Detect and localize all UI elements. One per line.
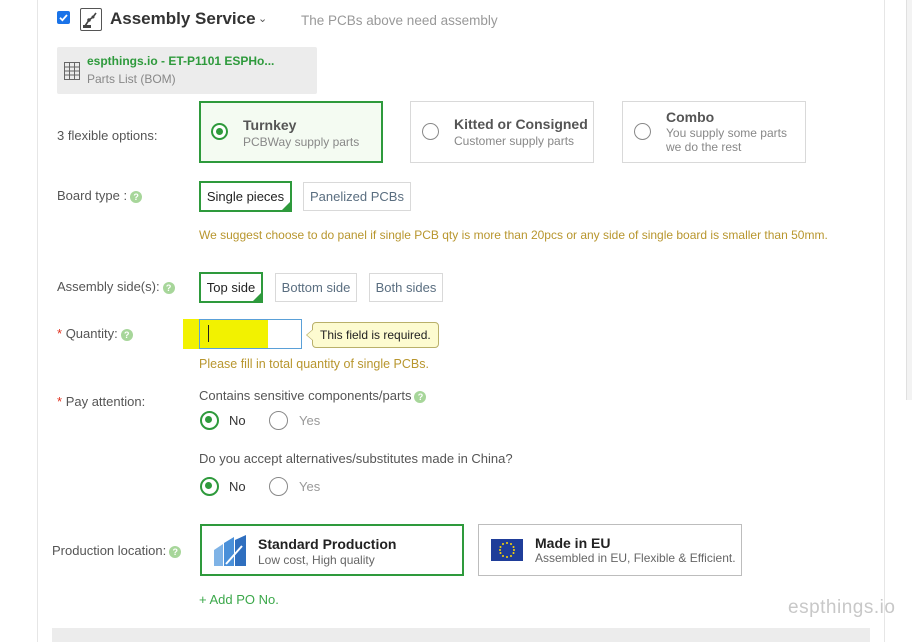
board-type-single-pieces[interactable]: Single pieces bbox=[199, 181, 292, 212]
turnkey-sub: PCBWay supply parts bbox=[243, 135, 360, 149]
made-in-eu-title: Made in EU bbox=[535, 535, 611, 551]
required-star: * bbox=[57, 394, 63, 409]
production-location-text: Production location: bbox=[52, 543, 167, 558]
turnkey-title: Turnkey bbox=[243, 117, 297, 133]
production-location-label: Production location:? bbox=[52, 543, 182, 558]
option-kitted[interactable]: Kitted or Consigned Customer supply part… bbox=[410, 101, 594, 163]
sensitive-no-label[interactable]: No bbox=[229, 413, 246, 428]
standard-production-sub: Low cost, High quality bbox=[258, 553, 375, 567]
checkmark-icon bbox=[59, 14, 68, 22]
combo-radio[interactable] bbox=[634, 123, 651, 140]
assembly-side-text: Assembly side(s): bbox=[57, 279, 160, 294]
text-cursor bbox=[208, 325, 209, 342]
required-star: * bbox=[57, 326, 63, 341]
scrollbar[interactable] bbox=[906, 0, 912, 400]
sensitive-components-text: Contains sensitive components/parts bbox=[199, 388, 412, 403]
side-both[interactable]: Both sides bbox=[369, 273, 443, 302]
help-icon[interactable]: ? bbox=[120, 328, 133, 341]
required-tooltip: This field is required. bbox=[306, 322, 439, 348]
sensitive-components-question: Contains sensitive components/parts? bbox=[199, 388, 427, 403]
assembly-robot-icon bbox=[80, 8, 102, 31]
kitted-title: Kitted or Consigned bbox=[454, 116, 588, 132]
option-combo[interactable]: Combo You supply some parts we do the re… bbox=[622, 101, 806, 163]
assembly-side-label: Assembly side(s):? bbox=[57, 279, 175, 294]
side-top[interactable]: Top side bbox=[199, 272, 263, 303]
board-type-panelized[interactable]: Panelized PCBs bbox=[303, 182, 411, 211]
standard-production-card[interactable]: Standard Production Low cost, High quali… bbox=[200, 524, 464, 576]
kitted-radio[interactable] bbox=[422, 123, 439, 140]
alternatives-question: Do you accept alternatives/substitutes m… bbox=[199, 451, 513, 466]
factory-icon bbox=[212, 534, 248, 568]
panel-left-border bbox=[37, 0, 38, 642]
kitted-sub: Customer supply parts bbox=[454, 134, 575, 148]
alternatives-yes-radio[interactable] bbox=[269, 477, 288, 496]
watermark: espthings.io bbox=[788, 597, 896, 618]
chevron-down-icon[interactable]: ⌄ bbox=[258, 12, 267, 25]
pay-attention-text: Pay attention: bbox=[65, 394, 146, 409]
panel-right-border bbox=[884, 0, 885, 642]
made-in-eu-card[interactable]: Made in EU Assembled in EU, Flexible & E… bbox=[478, 524, 742, 576]
turnkey-radio[interactable] bbox=[211, 123, 228, 140]
side-bottom[interactable]: Bottom side bbox=[275, 273, 357, 302]
quantity-text: Quantity: bbox=[65, 326, 118, 341]
pay-attention-label: * Pay attention: bbox=[57, 394, 145, 409]
add-po-link[interactable]: + Add PO No. bbox=[199, 592, 279, 607]
quantity-hint: Please fill in total quantity of single … bbox=[199, 357, 429, 371]
alternatives-no-label[interactable]: No bbox=[229, 479, 246, 494]
eu-flag-icon bbox=[491, 539, 523, 561]
table-icon bbox=[64, 62, 80, 80]
quantity-label: * Quantity:? bbox=[57, 326, 133, 341]
made-in-eu-sub: Assembled in EU, Flexible & Efficient. bbox=[535, 551, 736, 565]
next-section-header[interactable] bbox=[52, 628, 870, 642]
help-icon[interactable]: ? bbox=[130, 190, 143, 203]
options-label: 3 flexible options: bbox=[57, 128, 158, 143]
sensitive-yes-label[interactable]: Yes bbox=[299, 413, 320, 428]
combo-sub-2: we do the rest bbox=[666, 140, 742, 154]
combo-sub-1: You supply some parts bbox=[666, 126, 787, 140]
bom-file-name[interactable]: espthings.io - ET-P1101 ESPHo... bbox=[87, 54, 274, 68]
help-icon[interactable]: ? bbox=[162, 281, 175, 294]
bom-file-type: Parts List (BOM) bbox=[87, 72, 176, 86]
standard-production-title: Standard Production bbox=[258, 536, 397, 552]
assembly-service-checkbox[interactable] bbox=[57, 11, 70, 24]
quantity-input[interactable] bbox=[199, 319, 302, 349]
board-type-text: Board type : bbox=[57, 188, 128, 203]
alternatives-yes-label[interactable]: Yes bbox=[299, 479, 320, 494]
sensitive-yes-radio[interactable] bbox=[269, 411, 288, 430]
sensitive-no-radio[interactable] bbox=[200, 411, 219, 430]
option-turnkey[interactable]: Turnkey PCBWay supply parts bbox=[199, 101, 383, 163]
help-icon[interactable]: ? bbox=[169, 545, 182, 558]
alternatives-no-radio[interactable] bbox=[200, 477, 219, 496]
help-icon[interactable]: ? bbox=[414, 390, 427, 403]
panel-suggestion-warning: We suggest choose to do panel if single … bbox=[199, 228, 828, 242]
combo-title: Combo bbox=[666, 109, 715, 125]
section-title: Assembly Service bbox=[110, 9, 256, 28]
section-subtitle: The PCBs above need assembly bbox=[301, 13, 498, 28]
board-type-label: Board type :? bbox=[57, 188, 143, 203]
